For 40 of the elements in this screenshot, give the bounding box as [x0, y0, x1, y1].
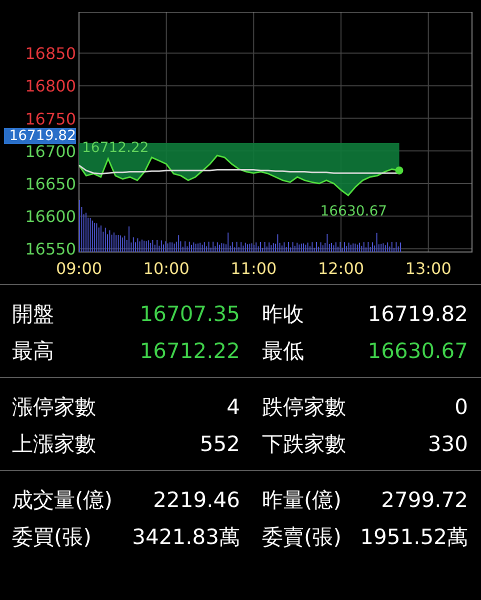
time-label: 11:00	[230, 259, 277, 278]
y-axis-label: 16550	[25, 240, 76, 259]
high-label: 16712.22	[82, 140, 149, 156]
stat-value: 16719.82	[366, 302, 468, 326]
last-price-dot	[395, 166, 404, 174]
stat-value: 4	[226, 394, 240, 418]
stat-value: 330	[426, 432, 468, 456]
stat-label: 上漲家數	[12, 430, 97, 458]
reference-price-tag: 16719.82	[4, 128, 76, 144]
stat-label: 下跌家數	[261, 430, 347, 458]
stat-label: 最高	[12, 338, 55, 364]
y-axis-label: 16750	[25, 109, 76, 128]
low-label: 16630.67	[320, 203, 388, 220]
stat-value: 552	[198, 432, 240, 456]
stat-value: 16707.35	[138, 302, 240, 326]
stat-value: 1951.52萬	[360, 524, 468, 550]
time-label: 12:00	[318, 259, 364, 278]
stat-label: 委買(張)	[12, 524, 92, 550]
stat-label: 委賣(張)	[261, 524, 342, 550]
stat-value: 0	[454, 394, 468, 418]
stat-value: 2219.46	[152, 488, 240, 512]
time-label: 13:00	[405, 259, 452, 278]
stat-value: 2799.72	[380, 488, 468, 512]
stat-value: 16630.67	[366, 338, 468, 362]
time-label: 09:00	[56, 259, 102, 278]
y-axis-label: 16850	[25, 44, 76, 64]
y-axis-label: 16600	[25, 207, 76, 226]
stat-label: 成交量(億)	[12, 486, 114, 514]
stat-label: 跌停家數	[261, 394, 347, 420]
stat-label: 昨收	[261, 300, 305, 328]
stat-value: 16712.22	[138, 338, 240, 362]
stat-label: 漲停家數	[12, 394, 97, 420]
stat-value: 3421.83萬	[132, 524, 240, 550]
y-axis-label: 16800	[25, 76, 76, 96]
y-axis-label: 16700	[25, 142, 76, 161]
stat-label: 最低	[261, 338, 305, 364]
stat-label: 開盤	[12, 300, 55, 328]
stat-label: 昨量(億)	[261, 486, 342, 514]
time-label: 10:00	[143, 259, 190, 278]
y-axis-label: 16650	[25, 174, 76, 194]
